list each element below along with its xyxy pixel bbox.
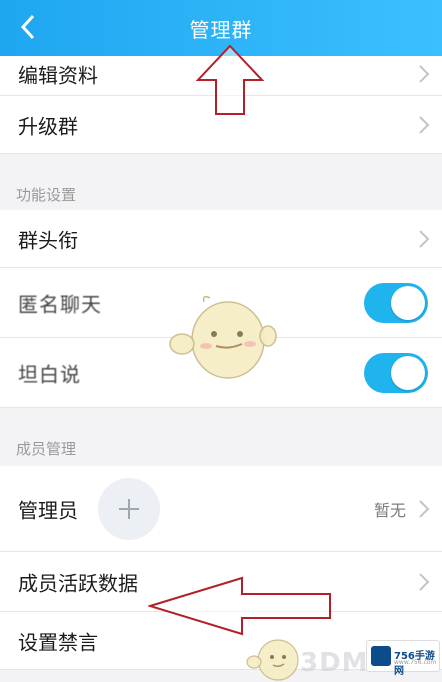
section-header-function: 功能设置 (0, 154, 442, 210)
row-member-activity[interactable]: 成员活跃数据 (0, 552, 442, 612)
row-label: 坦白说 (18, 362, 81, 386)
row-confession: 坦白说 (0, 338, 442, 408)
chevron-right-icon (419, 115, 430, 134)
add-admin-button[interactable] (98, 477, 160, 540)
chevron-right-icon (419, 499, 430, 518)
toggle-knob (391, 355, 425, 390)
chevron-right-icon (419, 572, 430, 591)
chevron-right-icon (419, 229, 430, 248)
row-anonymous-chat: 匿名聊天 (0, 268, 442, 338)
row-label: 群头衔 (18, 228, 78, 252)
row-value: 暂无 (373, 500, 406, 520)
anonymous-chat-toggle[interactable] (364, 282, 428, 323)
watermark-logo: 756手游网 www.756.com (366, 640, 440, 677)
row-edit-profile[interactable]: 编辑资料 (0, 56, 442, 96)
logo-url: www.756.com (394, 659, 437, 666)
settings-list: 编辑资料 升级群 功能设置 群头衔 匿名聊天 坦白说 成员管理 管理员 暂无 成… (0, 56, 442, 670)
row-administrators[interactable]: 管理员 暂无 (0, 466, 442, 552)
confession-toggle[interactable] (364, 352, 428, 393)
logo-mark-icon (371, 646, 391, 666)
row-label: 升级群 (18, 114, 78, 138)
row-label: 匿名聊天 (18, 292, 102, 316)
section-label: 功能设置 (16, 186, 77, 204)
top-nav-bar: 管理群 (0, 0, 442, 56)
section-label: 成员管理 (16, 440, 77, 458)
toggle-knob (391, 285, 425, 320)
chevron-right-icon (419, 65, 430, 83)
row-label: 成员活跃数据 (18, 571, 138, 595)
plus-icon (119, 498, 139, 519)
page-title: 管理群 (189, 18, 253, 42)
row-group-title[interactable]: 群头衔 (0, 210, 442, 268)
watermark-text: 3DM (300, 648, 369, 678)
row-label: 管理员 (18, 498, 78, 522)
section-header-members: 成员管理 (0, 408, 442, 466)
row-upgrade-group[interactable]: 升级群 (0, 96, 442, 154)
row-label: 编辑资料 (18, 63, 98, 88)
row-label: 设置禁言 (18, 630, 98, 654)
